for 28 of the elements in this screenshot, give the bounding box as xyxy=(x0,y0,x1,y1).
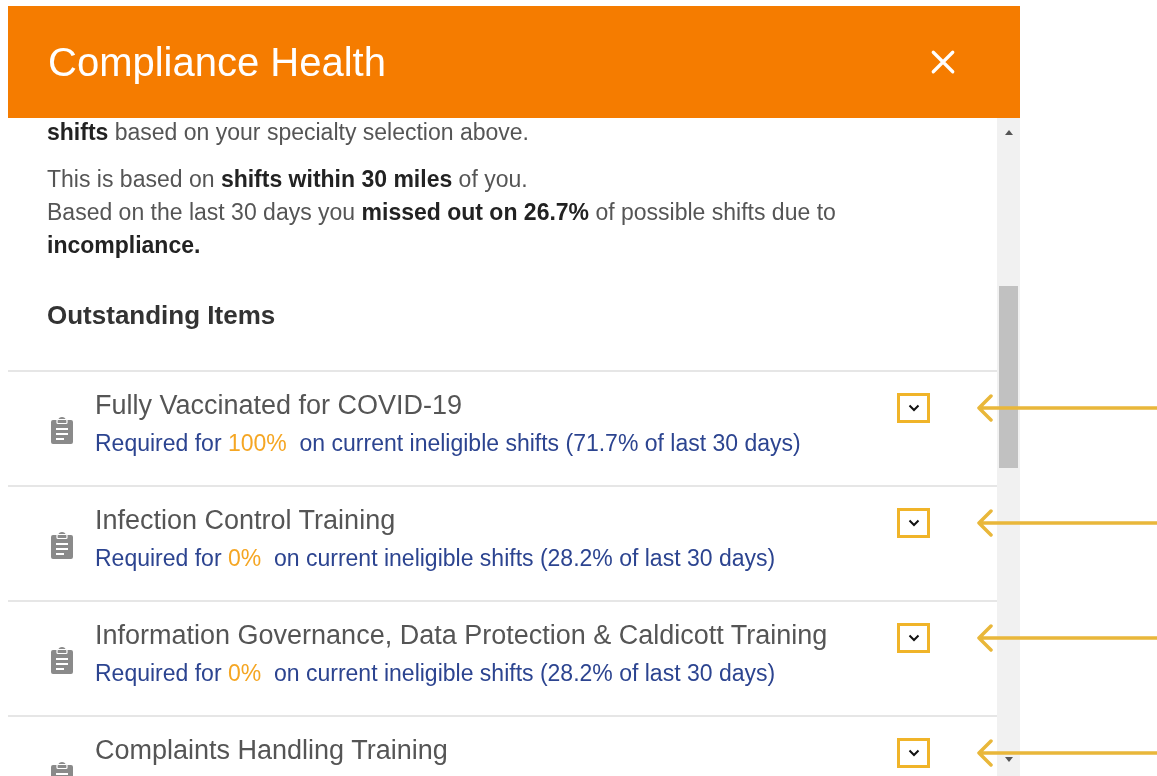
scrollbar[interactable] xyxy=(997,118,1020,776)
intro-text: This is based on shifts within 30 miles of you. xyxy=(47,165,529,194)
item-title: Fully Vaccinated for COVID-19 xyxy=(95,390,463,420)
intro-text: shifts based on your specialty selection above. xyxy=(47,118,530,147)
clipboard-icon xyxy=(50,531,74,559)
item-title: Infection Control Training xyxy=(95,505,396,535)
expand-button[interactable] xyxy=(897,738,930,768)
chevron-down-icon xyxy=(907,749,920,757)
close-icon[interactable] xyxy=(930,49,956,75)
intro-text: Based on the last 30 days you missed out on 26.7% of possible shifts due to incompliance. xyxy=(47,198,837,260)
item-title: Complaints Handling Training xyxy=(95,735,448,765)
requirement-text: Required for 0% on current ineligible shifts (28.2% of last 30 days) xyxy=(95,544,776,573)
chevron-down-icon xyxy=(907,404,920,412)
expand-button[interactable] xyxy=(897,508,930,538)
requirement-text: Required for 0% on current ineligible shifts (28.2% of last 30 days) xyxy=(95,659,776,688)
clipboard-icon xyxy=(50,416,74,444)
expand-button[interactable] xyxy=(897,623,930,653)
dialog-title: Compliance Health xyxy=(48,39,386,85)
scrollbar-thumb[interactable] xyxy=(999,286,1018,468)
requirement-text: Required for 100% on current ineligible shifts (71.7% of last 30 days) xyxy=(95,429,801,458)
scroll-up-icon[interactable] xyxy=(1005,130,1013,135)
section-heading: Outstanding Items xyxy=(47,300,277,332)
item-title: Information Governance, Data Protection & Caldicott Training xyxy=(95,620,828,650)
chevron-down-icon xyxy=(907,634,920,642)
scroll-down-icon[interactable] xyxy=(1005,757,1013,762)
clipboard-icon xyxy=(50,646,74,674)
expand-button[interactable] xyxy=(897,393,930,423)
chevron-down-icon xyxy=(907,519,920,527)
